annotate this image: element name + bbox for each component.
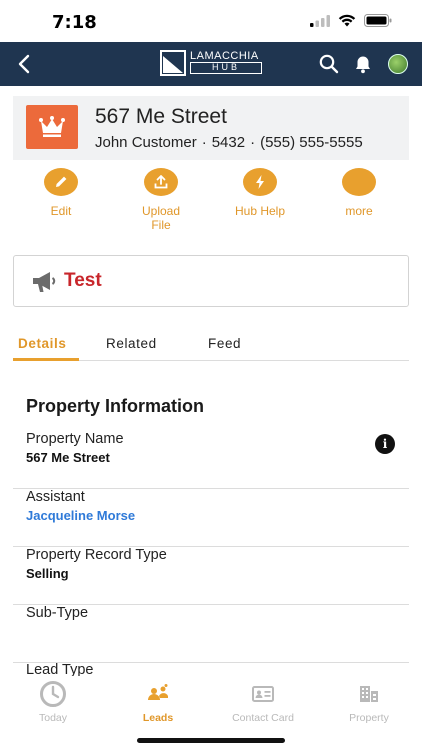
hub-help-action-circle <box>243 168 277 196</box>
separator-dot: · <box>201 134 207 151</box>
building-icon <box>355 682 383 706</box>
more-icon <box>342 168 376 196</box>
record-subtitle: John Customer · 5432 · (555) 555-5555 <box>95 134 363 151</box>
cellular-signal-icon <box>310 14 330 27</box>
logo-text-top: LAMACCHIA <box>190 50 259 62</box>
field-label: Property Name <box>26 431 124 447</box>
logo-text-bottom: HUB <box>190 62 262 74</box>
upload-file-label: Upload File <box>141 204 181 232</box>
field-property-record-type: Property Record Type Selling <box>13 547 409 605</box>
edit-label: Edit <box>50 204 72 218</box>
lamacchia-hub-logo: LAMACCHIA HUB <box>160 50 264 78</box>
tab-details[interactable]: Details <box>18 336 66 351</box>
tabbar-today[interactable]: Today <box>0 681 106 724</box>
field-property-name: Property Name 567 Me Street i <box>13 431 409 489</box>
upload-file-button[interactable]: Upload File <box>113 168 209 232</box>
field-label: Property Record Type <box>26 547 167 563</box>
tabbar-leads[interactable]: Leads <box>105 682 211 724</box>
pencil-icon <box>56 176 67 187</box>
more-label: more <box>345 204 373 218</box>
separator-dot: · <box>250 134 256 151</box>
tabbar-contact-card[interactable]: Contact Card <box>210 682 316 724</box>
status-icons <box>310 14 392 27</box>
upload-icon <box>154 175 168 189</box>
field-assistant: Assistant Jacqueline Morse <box>13 489 409 547</box>
tab-feed[interactable]: Feed <box>208 336 241 351</box>
battery-icon <box>364 14 392 27</box>
bell-icon[interactable] <box>352 53 374 75</box>
megaphone-icon <box>33 272 56 292</box>
edit-action-circle <box>44 168 78 196</box>
quick-actions: Edit Upload File Hub Help more <box>13 168 409 238</box>
wifi-icon <box>338 14 356 27</box>
announcement-text: Test <box>64 270 102 291</box>
app-header: LAMACCHIA HUB <box>0 42 422 86</box>
tabbar-property[interactable]: Property <box>316 682 422 724</box>
tabbar-label: Property <box>349 712 389 724</box>
clock-icon <box>39 681 67 707</box>
info-icon[interactable]: i <box>375 434 395 454</box>
edit-button[interactable]: Edit <box>13 168 109 218</box>
section-title: Property Information <box>26 396 205 416</box>
record-tabs: Details Related Feed <box>13 330 409 361</box>
leads-icon <box>144 682 172 706</box>
search-icon[interactable] <box>318 53 340 75</box>
hub-help-button[interactable]: Hub Help <box>212 168 308 218</box>
record-phone[interactable]: (555) 555-5555 <box>260 134 363 151</box>
active-tab-indicator <box>13 358 79 361</box>
assistant-link[interactable]: Jacqueline Morse <box>26 508 135 523</box>
record-header-card: 567 Me Street John Customer · 5432 · (555) 5… <box>13 96 409 160</box>
crown-icon <box>39 116 65 137</box>
upload-action-circle <box>144 168 178 196</box>
home-indicator[interactable] <box>137 738 285 743</box>
back-chevron-icon[interactable] <box>14 53 36 75</box>
lightning-icon <box>256 175 264 189</box>
record-title: 567 Me Street <box>95 105 227 128</box>
tabbar-label: Today <box>38 712 68 724</box>
logo-mark-icon <box>160 50 186 76</box>
avatar[interactable] <box>388 54 408 74</box>
more-button[interactable]: more <box>311 168 407 218</box>
tab-related[interactable]: Related <box>106 336 157 351</box>
field-value: 567 Me Street <box>26 450 110 465</box>
field-sub-type: Sub-Type <box>13 605 409 663</box>
record-number: 5432 <box>211 134 246 151</box>
contact-card-icon <box>249 682 277 706</box>
status-time: 7:18 <box>52 12 97 33</box>
record-contact-name[interactable]: John Customer <box>95 134 197 151</box>
field-label: Sub-Type <box>26 605 89 621</box>
field-label: Assistant <box>26 489 85 505</box>
record-type-badge <box>26 105 78 149</box>
hub-help-label: Hub Help <box>234 204 286 218</box>
announcement-card[interactable]: Test <box>13 255 409 307</box>
tabbar-label: Leads <box>142 712 174 724</box>
status-bar: 7:18 <box>0 0 422 42</box>
tabbar-label: Contact Card <box>232 712 294 724</box>
field-value: Selling <box>26 566 69 581</box>
